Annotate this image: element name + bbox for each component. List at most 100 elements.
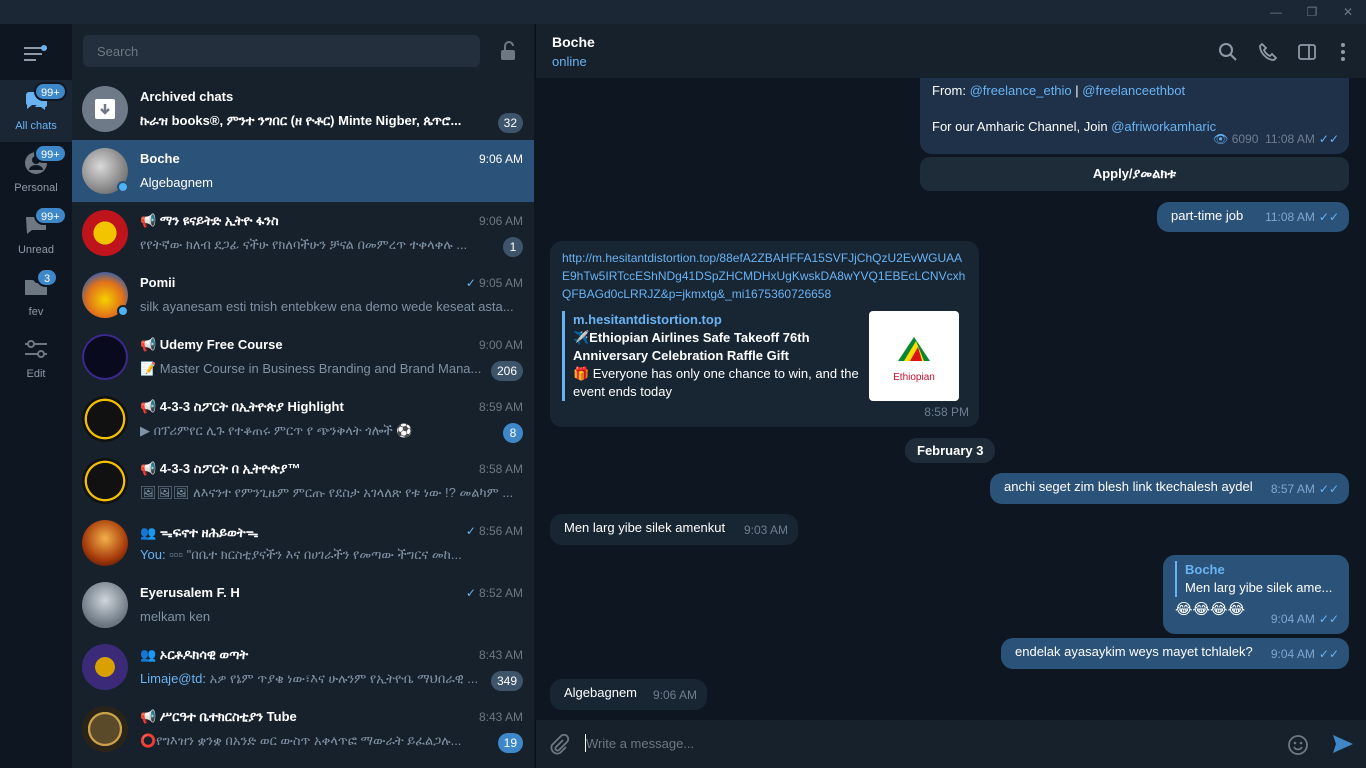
chat-time: 9:00 AM xyxy=(478,338,523,352)
chat-item[interactable]: 👥 ᯓፍኖተ ዘሕይወትᯓ ✓ 8:56 AM You: ▫▫▫ "በቤተ ክርስ… xyxy=(72,512,534,574)
maximize-button[interactable]: ❐ xyxy=(1294,0,1330,24)
read-check-icon: ✓ xyxy=(465,276,476,290)
chat-time: 9:06 AM xyxy=(478,152,523,166)
chat-item[interactable]: 📢 ሥርዓተ ቤተክርስቲያን Tube 8:43 AM ⭕የግእዝን ቋንቋ … xyxy=(72,698,534,760)
chat-preview: Algebagnem xyxy=(140,175,213,190)
message-meta: 👁 6090 11:08 AM ✓✓ xyxy=(1213,132,1339,146)
apply-button[interactable]: Apply/ያመልክቱ xyxy=(920,157,1349,191)
message-out: part-time job 11:08 AM ✓✓ xyxy=(1157,202,1349,232)
minimize-button[interactable]: — xyxy=(1258,0,1294,24)
message-composer: Write a message... xyxy=(535,720,1366,768)
preview-title: ✈️Ethiopian Airlines Safe Takeoff 76th A… xyxy=(573,330,810,363)
lock-icon[interactable] xyxy=(498,40,518,62)
chat-name: 📢 Udemy Free Course xyxy=(140,337,283,352)
chat-name: Boche xyxy=(140,151,180,166)
message-input[interactable]: Write a message... xyxy=(586,736,694,751)
message-meta: 11:08 AM ✓✓ xyxy=(1265,210,1339,224)
chat-status: online xyxy=(552,54,587,69)
chat-time: 8:59 AM xyxy=(478,400,523,414)
chat-item[interactable]: 📢 Udemy Free Course 9:00 AM 📝 Master Cou… xyxy=(72,326,534,388)
chat-item[interactable]: Boche 9:06 AM Algebagnem xyxy=(72,140,534,202)
message-meta: 9:03 AM xyxy=(743,523,788,537)
views-icon: 👁 xyxy=(1213,132,1229,146)
mention-link[interactable]: @afriworkamharic xyxy=(1111,119,1216,134)
message-in: Men larg yibe silek amenkut 9:03 AM xyxy=(550,514,798,545)
unread-badge: 349 xyxy=(490,671,523,691)
folder-edit[interactable]: Edit xyxy=(0,328,72,390)
archive-icon xyxy=(82,86,128,132)
hamburger-menu-icon[interactable] xyxy=(22,44,50,64)
folder-unread[interactable]: 99+ Unread xyxy=(0,204,72,266)
folder-badge: 3 xyxy=(36,268,58,287)
chat-time: 8:43 AM xyxy=(478,710,523,724)
avatar xyxy=(82,396,128,442)
chat-time: ✓ 8:56 AM xyxy=(465,524,523,538)
more-options-icon[interactable] xyxy=(1333,42,1353,62)
chat-list: Search Archived chats ኩራዝ books®, ምንተ ንግ… xyxy=(72,24,534,768)
folder-all-chats[interactable]: 99+ All chats xyxy=(0,80,72,142)
avatar xyxy=(82,210,128,256)
date-separator: February 3 xyxy=(905,438,996,463)
reply-author: Boche xyxy=(1185,562,1225,577)
close-button[interactable]: ✕ xyxy=(1330,0,1366,24)
avatar xyxy=(82,458,128,504)
chat-item[interactable]: 📢 ማን ዩናይትድ ኢትዮ ፋንስ 9:06 AM የየትኛው ክለብ ደጋፊ… xyxy=(72,202,534,264)
folder-label: Personal xyxy=(14,182,58,194)
sidebar-toggle-icon[interactable] xyxy=(1297,42,1317,62)
chat-item-archived[interactable]: Archived chats ኩራዝ books®, ምንተ ንግበር (ዘ ዮ… xyxy=(72,78,534,140)
double-check-icon: ✓✓ xyxy=(1318,482,1339,496)
message-out: anchi seget zim blesh link tkechalesh ay… xyxy=(990,473,1349,504)
chat-time: ✓ 8:52 AM xyxy=(465,586,523,600)
search-input[interactable]: Search xyxy=(83,35,480,67)
airline-logo-icon xyxy=(898,337,930,361)
chat-time: 8:43 AM xyxy=(478,648,523,662)
chat-preview: ኩራዝ books®, ምንተ ንግበር (ዘ ዮቶር) Minte Nigbe… xyxy=(140,113,462,128)
folder-sidebar: 99+ All chats 99+ Personal 99+ Unread 3 … xyxy=(0,24,72,768)
mention-link[interactable]: @freelanceethbot xyxy=(1082,83,1185,98)
reply-quote[interactable]: Boche Men larg yibe silek ame... xyxy=(1175,561,1337,597)
avatar xyxy=(82,644,128,690)
send-icon[interactable] xyxy=(1331,732,1355,756)
unread-badge: 1 xyxy=(503,237,523,257)
chat-preview: 🖼🖼🖼 ለእናንተ የምንጊዜም ምርጡ የደስታ አገላለጽ የቱ ነው !?… xyxy=(140,485,514,500)
unread-badge: 206 xyxy=(490,361,523,381)
chat-preview: Limaje@td: አዎ የኔም ጥያቄ ነው፣እና ሁሉንም የኢትዮቤ ማ… xyxy=(140,671,479,686)
folder-fev[interactable]: 3 fev xyxy=(0,266,72,328)
message-meta: 8:58 PM xyxy=(924,405,969,419)
message-in-link: http://m.hesitantdistortion.top/88efA2ZB… xyxy=(550,241,979,427)
chat-title[interactable]: Boche xyxy=(552,34,595,50)
folder-label: Edit xyxy=(26,368,46,380)
folder-label: fev xyxy=(28,306,44,318)
chat-name: 📢 4-3-3 ስፖርት በኢትዮጵያ Highlight xyxy=(140,399,344,414)
phone-icon[interactable] xyxy=(1258,42,1278,62)
read-check-icon: ✓ xyxy=(465,586,476,600)
message-area: From: @freelance_ethio | @freelanceethbo… xyxy=(535,78,1366,720)
attach-icon[interactable] xyxy=(548,734,570,756)
message-meta: 9:04 AM ✓✓ xyxy=(1270,647,1339,661)
chat-item[interactable]: 📢 4-3-3 ስፖርት በ ኢትዮጵያ™ 8:58 AM 🖼🖼🖼 ለእናንተ … xyxy=(72,450,534,512)
avatar xyxy=(82,334,128,380)
mention-link[interactable]: @freelance_ethio xyxy=(970,83,1072,98)
folder-label: All chats xyxy=(15,120,57,132)
double-check-icon: ✓✓ xyxy=(1318,210,1339,224)
url-link[interactable]: http://m.hesitantdistortion.top/88efA2ZB… xyxy=(562,249,967,303)
chat-name: Pomii xyxy=(140,275,176,290)
chat-item[interactable]: Pomii ✓ 9:05 AM silk ayanesam esti tnish … xyxy=(72,264,534,326)
unread-badge: 19 xyxy=(497,733,523,753)
emoji-icon[interactable] xyxy=(1287,734,1309,756)
read-check-icon: ✓ xyxy=(465,524,476,538)
unread-badge: 32 xyxy=(497,113,523,133)
avatar xyxy=(82,582,128,628)
chat-preview: ⭕የግእዝን ቋንቋ በአንድ ወር ውስጥ አቀላጥፎ ማውራት ይፈልጋሉ.… xyxy=(140,733,462,748)
chat-item[interactable]: 👥 ኦርቶዶክሳዊ ወጣት 8:43 AM Limaje@td: አዎ የኔም … xyxy=(72,636,534,698)
chat-item[interactable]: Eyerusalem F. H ✓ 8:52 AM melkam ken xyxy=(72,574,534,636)
link-preview[interactable]: m.hesitantdistortion.top ✈️Ethiopian Air… xyxy=(562,311,966,401)
chat-preview: ▶ በፕሪምየር ሊጉ የተቆጠሩ ምርጥ የ ጭንቅላት ጎሎች ⚽ xyxy=(140,423,413,438)
search-icon[interactable] xyxy=(1218,42,1238,62)
message-meta: 9:06 AM xyxy=(652,688,697,702)
chat-name: 📢 ማን ዩናይትድ ኢትዮ ፋንስ xyxy=(140,213,279,228)
message-out: endelak ayasaykim weys mayet tchlalek? 9… xyxy=(1001,638,1349,669)
chat-item[interactable]: 📢 4-3-3 ስፖርት በኢትዮጵያ Highlight 8:59 AM ▶ … xyxy=(72,388,534,450)
folder-personal[interactable]: 99+ Personal xyxy=(0,142,72,204)
preview-description: 🎁 Everyone has only one chance to win, a… xyxy=(573,366,859,399)
